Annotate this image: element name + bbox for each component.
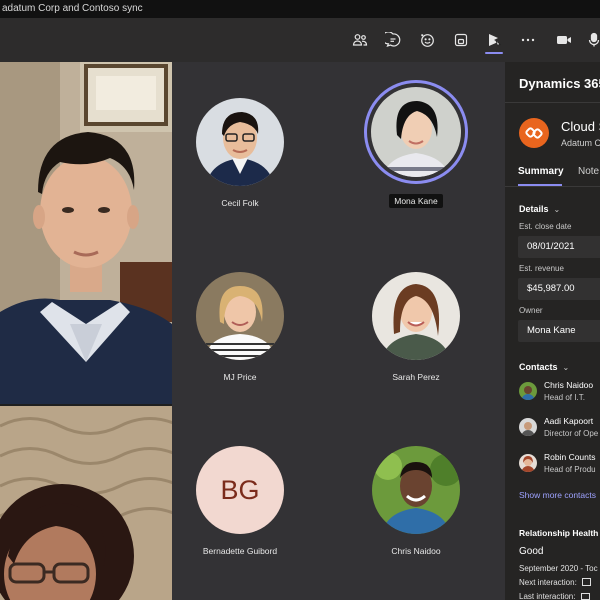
- contact-role: Head of Produ: [544, 465, 596, 474]
- avatar: [372, 446, 460, 534]
- avatar: [196, 272, 284, 360]
- contact-avatar: [519, 454, 537, 472]
- record-account: Adatum C: [561, 138, 600, 148]
- dynamics-app-icon[interactable]: [485, 31, 503, 49]
- participant-mj-price[interactable]: MJ Price: [180, 272, 300, 382]
- avatar-initials: BG: [196, 446, 284, 534]
- teams-meeting-window: adatum Corp and Contoso sync Cecil Folk …: [0, 0, 600, 600]
- avatar: [371, 87, 461, 177]
- last-interaction-text: Last interaction:: [519, 592, 576, 600]
- participant-name: Bernadette Guibord: [202, 546, 278, 556]
- window-title: adatum Corp and Contoso sync: [2, 3, 143, 14]
- participant-name: Chris Naidoo: [391, 546, 441, 556]
- contact-avatar: [519, 418, 537, 436]
- details-label: Details: [519, 204, 549, 214]
- contact-role: Director of Ope: [544, 429, 599, 438]
- participant-name: Cecil Folk: [221, 198, 259, 208]
- rooms-icon[interactable]: [452, 31, 470, 49]
- contact-name[interactable]: Chris Naidoo: [544, 380, 593, 390]
- next-interaction-text: Next interaction:: [519, 578, 577, 587]
- field-label: Owner: [519, 306, 543, 315]
- health-period: September 2020 - Toc: [519, 564, 598, 573]
- email-icon: [580, 593, 590, 600]
- participant-name: Sarah Perez: [392, 372, 440, 382]
- panel-title: Dynamics 365: [519, 76, 600, 91]
- participant-name: MJ Price: [223, 372, 257, 382]
- contact-name[interactable]: Robin Counts: [544, 452, 596, 462]
- participant-cecil-folk[interactable]: Cecil Folk: [180, 98, 300, 208]
- meeting-toolbar: adatum Corp and Contoso sync: [0, 0, 600, 62]
- chevron-down-icon: ⌄: [553, 205, 561, 214]
- owner-field[interactable]: Mona Kane: [518, 320, 600, 342]
- divider: [505, 186, 600, 187]
- chat-icon[interactable]: [384, 31, 402, 49]
- contacts-label: Contacts: [519, 362, 558, 372]
- camera-icon[interactable]: [555, 31, 573, 49]
- chevron-down-icon: ⌄: [562, 363, 570, 372]
- participant-video-2: [0, 406, 172, 600]
- divider: [505, 102, 600, 103]
- speaking-indicator: [364, 80, 468, 184]
- calendar-icon: [582, 578, 592, 586]
- mic-icon[interactable]: [585, 31, 600, 49]
- tab-summary[interactable]: Summary: [518, 166, 564, 177]
- relationship-health-value: Good: [519, 546, 544, 557]
- reactions-icon[interactable]: [418, 31, 436, 49]
- more-icon[interactable]: [519, 31, 537, 49]
- participant-mona-kane[interactable]: Mona Kane: [356, 80, 476, 209]
- close-date-field[interactable]: 08/01/2021: [518, 236, 600, 258]
- participant-chris-naidoo[interactable]: Chris Naidoo: [356, 446, 476, 556]
- revenue-field[interactable]: $45,987.00: [518, 278, 600, 300]
- avatar: [372, 272, 460, 360]
- participant-video-1: [0, 62, 172, 404]
- contacts-section-header[interactable]: Contacts ⌄: [519, 362, 569, 372]
- dynamics-panel: Dynamics 365 Cloud S Adatum C Summary No…: [505, 62, 600, 600]
- last-interaction-label: Last interaction:: [519, 592, 590, 600]
- details-section-header[interactable]: Details ⌄: [519, 204, 560, 214]
- record-title: Cloud S: [561, 119, 600, 134]
- people-icon[interactable]: [351, 31, 369, 49]
- next-interaction-label: Next interaction:: [519, 578, 592, 587]
- contact-avatar: [519, 382, 537, 400]
- show-more-contacts-link[interactable]: Show more contacts: [519, 490, 596, 500]
- active-app-indicator: [485, 52, 503, 54]
- title-bar: adatum Corp and Contoso sync: [0, 0, 600, 18]
- participant-name: Mona Kane: [389, 194, 443, 208]
- field-label: Est. revenue: [519, 264, 564, 273]
- contact-role: Head of I.T.: [544, 393, 585, 402]
- participant-grid: Cecil Folk Mona Kane MJ Price Sarah Pere…: [172, 62, 505, 600]
- participant-bernadette-guibord[interactable]: BG Bernadette Guibord: [180, 446, 300, 556]
- avatar: [196, 98, 284, 186]
- contact-name[interactable]: Aadi Kapoort: [544, 416, 593, 426]
- field-label: Est. close date: [519, 222, 572, 231]
- participant-sarah-perez[interactable]: Sarah Perez: [356, 272, 476, 382]
- tab-notes[interactable]: Note: [578, 166, 599, 177]
- relationship-health-label: Relationship Health: [519, 528, 599, 538]
- dynamics-logo-icon: [519, 118, 549, 148]
